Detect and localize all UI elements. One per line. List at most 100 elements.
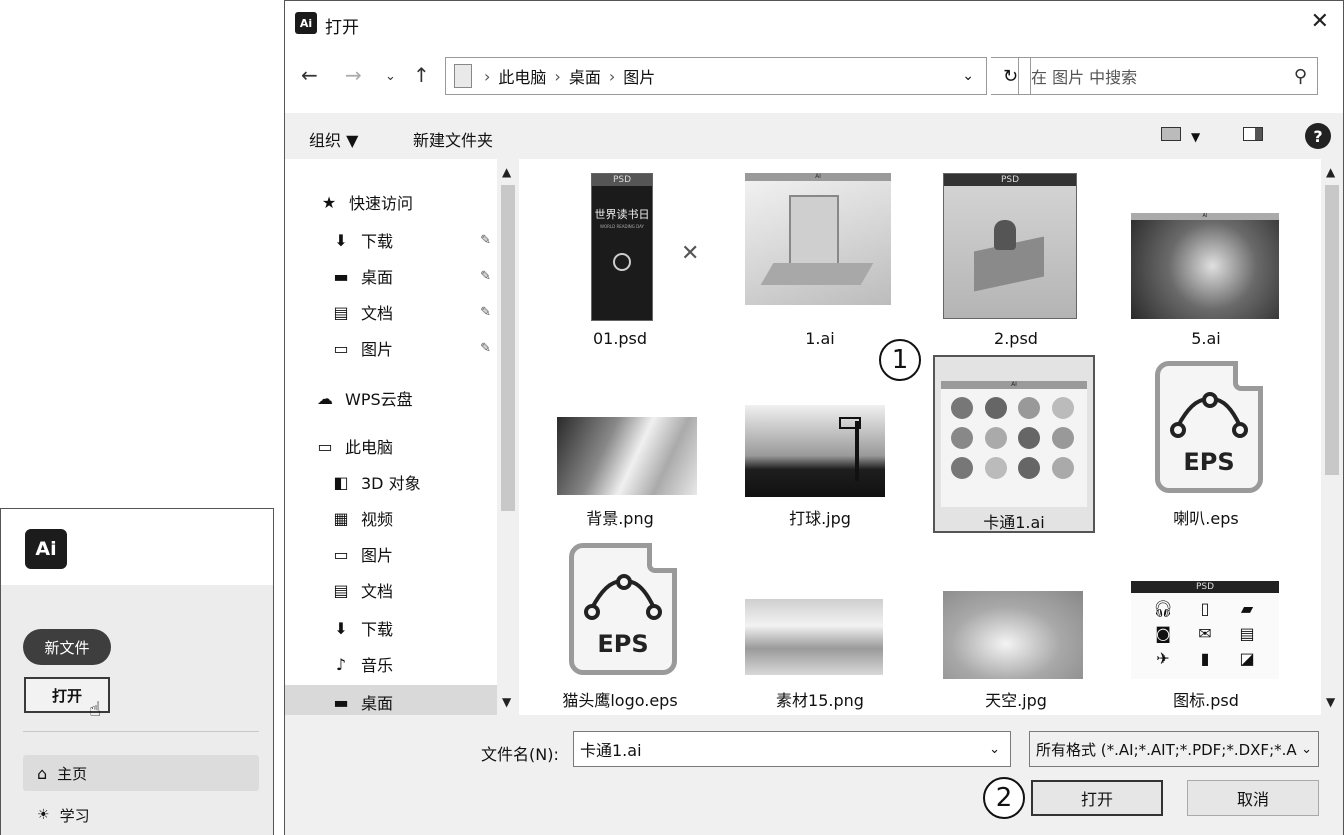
search-icon[interactable]: ⚲	[1294, 66, 1307, 87]
close-icon[interactable]: ✕	[1311, 9, 1329, 34]
file-item[interactable]: 打球.jpg	[735, 355, 905, 535]
file-name: 猫头鹰logo.eps	[562, 691, 678, 710]
chevron-down-icon[interactable]: ⌄	[989, 742, 1000, 757]
home-nav-label: 主页	[57, 764, 88, 783]
nav-quick-access[interactable]: ★ 快速访问	[285, 185, 497, 219]
address-bar[interactable]: › 此电脑 › 桌面 › 图片 ⌄	[445, 57, 987, 95]
file-item[interactable]: PSD 🎧︎ ▯ ▰ ◙ ✉ ▤ ✈ ▮ ◪ 图标.psd	[1121, 539, 1291, 715]
file-item[interactable]: PSD 世界读书日 WORLD READING DAY ✕ 01.psd	[535, 167, 705, 348]
cartoon-face-icon	[984, 427, 1007, 449]
breadcrumb-desktop[interactable]: 桌面	[569, 64, 601, 88]
file-item[interactable]: 天空.jpg	[931, 539, 1101, 715]
eps-label: EPS	[1183, 448, 1235, 476]
command-toolbar: 组织 ▼ 新建文件夹 ▼ ?	[285, 113, 1343, 159]
cartoon-face-icon	[984, 457, 1007, 479]
thumbnail: PSD	[943, 173, 1077, 319]
nav-music[interactable]: ♪ 音乐	[285, 647, 497, 681]
illustration-backboard	[839, 417, 861, 429]
up-arrow-icon[interactable]: ↑	[413, 63, 430, 87]
pin-icon[interactable]: ✎	[480, 269, 491, 284]
open-dialog: Ai 打开 ✕ ← → ⌄ ↑ › 此电脑 › 桌面 › 图片 ⌄ ↻ 在 图片…	[284, 0, 1344, 835]
file-item[interactable]: EPS 猫头鹰logo.eps	[535, 539, 705, 715]
nav-pictures[interactable]: ▭ 图片	[285, 537, 497, 571]
chevron-right-icon: ›	[484, 66, 491, 86]
psd-label: PSD	[1131, 581, 1279, 593]
nav-documents[interactable]: ▤ 文档	[285, 573, 497, 607]
file-item[interactable]: AI 1.ai	[735, 167, 905, 348]
mail-icon: ✉	[1198, 624, 1212, 643]
cancel-button[interactable]: 取消	[1187, 780, 1319, 816]
new-file-button[interactable]: 新文件	[23, 629, 111, 665]
download-icon: ⬇	[334, 618, 348, 638]
file-name: 素材15.png	[776, 691, 864, 710]
recent-chevron-icon[interactable]: ⌄	[385, 69, 396, 84]
file-name: 喇叭.eps	[1173, 509, 1239, 528]
nav-desktop[interactable]: ▬ 桌面	[285, 685, 497, 719]
nav-label: 文档	[361, 304, 394, 323]
computer-icon: ▭	[317, 436, 333, 456]
file-name: 1.ai	[805, 329, 835, 348]
learn-nav-item[interactable]: ☀ 学习	[23, 797, 259, 833]
chevron-down-icon[interactable]: ⌄	[962, 68, 974, 84]
ai-label: AI	[941, 381, 1087, 389]
nav-label: 图片	[361, 546, 394, 565]
document-icon: ▤	[333, 580, 349, 600]
new-folder-button[interactable]: 新建文件夹	[413, 127, 493, 151]
back-arrow-icon[interactable]: ←	[301, 63, 318, 87]
step-badge-1: 1	[879, 339, 921, 381]
pin-icon[interactable]: ✎	[480, 341, 491, 356]
organize-menu[interactable]: 组织 ▼	[309, 127, 358, 151]
nav-quick-downloads[interactable]: ⬇ 下载 ✎	[285, 223, 497, 257]
thumbnail: AI	[745, 173, 891, 305]
open-button[interactable]: 打开	[1031, 780, 1163, 816]
view-options-dropdown-icon[interactable]: ▼	[1191, 130, 1200, 144]
nav-3d-objects[interactable]: ◧ 3D 对象	[285, 465, 497, 499]
cube-icon: ◧	[333, 472, 349, 492]
file-item[interactable]: AI 5.ai	[1121, 167, 1291, 348]
search-input[interactable]: 在 图片 中搜索 ⚲	[1018, 57, 1318, 95]
view-mode-icon[interactable]	[1161, 127, 1181, 141]
home-nav-item[interactable]: ⌂ 主页	[23, 755, 259, 791]
scroll-thumb[interactable]	[501, 185, 515, 511]
thumbnail	[745, 599, 883, 675]
file-item[interactable]: PSD 2.psd	[931, 167, 1101, 348]
scroll-up-icon[interactable]: ▲	[502, 165, 511, 179]
download-icon: ⬇	[334, 230, 348, 250]
scroll-down-icon[interactable]: ▼	[502, 695, 511, 709]
breadcrumb-pictures[interactable]: 图片	[623, 64, 655, 88]
pin-icon[interactable]: ✎	[480, 233, 491, 248]
scroll-up-icon[interactable]: ▲	[1326, 165, 1335, 179]
nav-scrollbar[interactable]: ▲ ▼	[497, 159, 519, 715]
breadcrumb-this-pc[interactable]: 此电脑	[498, 64, 546, 88]
file-item[interactable]: 素材15.png	[735, 539, 905, 715]
nav-quick-pictures[interactable]: ▭ 图片 ✎	[285, 331, 497, 365]
file-item[interactable]: 背景.png	[535, 355, 705, 535]
folder-icon: ▰	[1240, 599, 1254, 618]
scroll-down-icon[interactable]: ▼	[1326, 695, 1335, 709]
icon-set-grid: 🎧︎ ▯ ▰ ◙ ✉ ▤ ✈ ▮ ◪	[1131, 593, 1279, 674]
scroll-thumb[interactable]	[1325, 185, 1339, 475]
nav-wps-cloud[interactable]: ☁ WPS云盘	[285, 381, 497, 415]
pin-icon[interactable]: ✎	[480, 305, 491, 320]
nav-this-pc[interactable]: ▭ 此电脑	[285, 429, 497, 463]
forward-arrow-icon[interactable]: →	[345, 63, 362, 87]
file-item-selected[interactable]: AI 卡通1.ai	[933, 355, 1095, 533]
lightbulb-icon: ☀	[37, 807, 50, 823]
bezier-curve-icon	[584, 574, 662, 620]
file-name: 天空.jpg	[985, 691, 1047, 710]
file-item[interactable]: EPS 喇叭.eps	[1121, 355, 1291, 535]
file-type-select[interactable]: 所有格式 (*.AI;*.AIT;*.PDF;*.DXF;*.AI ⌄	[1029, 731, 1319, 767]
file-name: 图标.psd	[1173, 691, 1239, 710]
grid-scrollbar[interactable]: ▲ ▼	[1321, 159, 1343, 715]
cloud-icon: ☁	[317, 388, 333, 408]
filename-label: 文件名(N):	[481, 745, 559, 764]
help-icon[interactable]: ?	[1305, 123, 1331, 149]
preview-pane-icon[interactable]	[1243, 127, 1263, 141]
filename-input[interactable]: 卡通1.ai ⌄	[573, 731, 1011, 767]
nav-quick-documents[interactable]: ▤ 文档 ✎	[285, 295, 497, 329]
nav-label: 视频	[361, 510, 394, 529]
nav-quick-desktop[interactable]: ▬ 桌面 ✎	[285, 259, 497, 293]
nav-downloads[interactable]: ⬇ 下载	[285, 611, 497, 645]
chevron-down-icon[interactable]: ⌄	[1297, 741, 1312, 757]
nav-videos[interactable]: ▦ 视频	[285, 501, 497, 535]
